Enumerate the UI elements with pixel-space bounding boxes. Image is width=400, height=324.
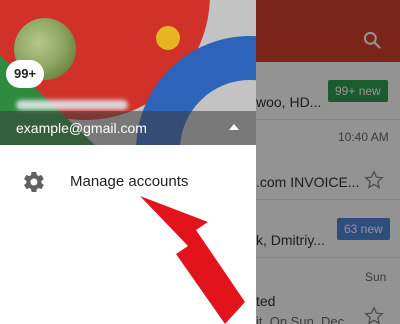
gear-icon	[24, 171, 44, 193]
navigation-drawer: 99+ example@gmail.com Manage accounts	[0, 0, 256, 324]
account-header: 99+ example@gmail.com	[0, 0, 256, 145]
unread-count-badge: 99+	[6, 60, 45, 88]
account-name-redacted	[16, 100, 128, 110]
manage-accounts-label: Manage accounts	[70, 173, 189, 190]
account-email[interactable]: example@gmail.com	[16, 120, 147, 136]
triangle-up-icon[interactable]	[227, 121, 241, 133]
